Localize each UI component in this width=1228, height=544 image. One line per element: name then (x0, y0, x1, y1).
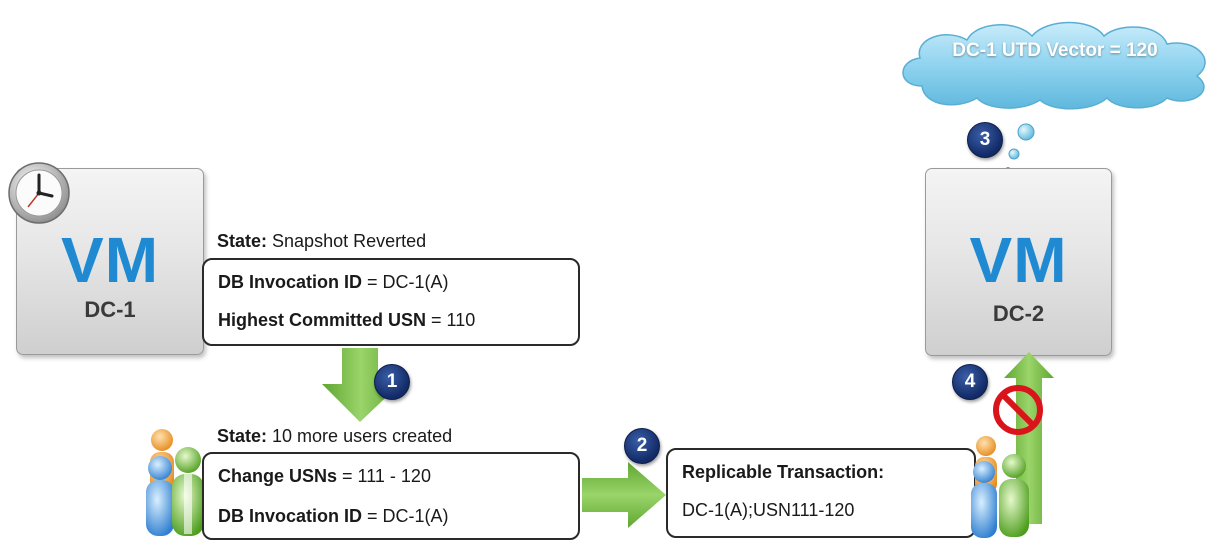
step-badge-1: 1 (374, 364, 410, 400)
clock-icon (8, 162, 70, 224)
replicable-value: DC-1(A);USN111-120 (682, 500, 855, 520)
info-line: Highest Committed USN = 110 (218, 310, 476, 330)
users-icon (971, 436, 1029, 538)
replicable-transaction-box: Replicable Transaction: DC-1(A);USN111-1… (666, 448, 976, 538)
info-line: Change USNs = 111 - 120 (218, 466, 431, 486)
cloud-shape (902, 21, 1206, 110)
users-icon (146, 429, 204, 536)
cloud-text: DC-1 UTD Vector = 120 (952, 40, 1158, 61)
step-badge-3: 3 (967, 122, 1003, 158)
arrow-right-icon (582, 462, 666, 528)
info-line: DB Invocation ID = DC-1(A) (218, 272, 449, 292)
vm-label: VM (969, 224, 1068, 296)
no-entry-icon (993, 385, 1043, 435)
vm-label: VM (61, 224, 159, 296)
change-box-bottom: Change USNs = 111 - 120 DB Invocation ID… (202, 452, 580, 540)
step-badge-4: 4 (952, 364, 988, 400)
replicable-title: Replicable Transaction: (682, 462, 885, 482)
step-badge-2: 2 (624, 428, 660, 464)
info-line: DB Invocation ID = DC-1(A) (218, 506, 449, 526)
vm-name: DC-2 (992, 301, 1045, 326)
state-label-bottom: State: 10 more users created (217, 426, 453, 446)
invocation-box-top: DB Invocation ID = DC-1(A) Highest Commi… (202, 258, 580, 346)
state-label-top: State: Snapshot Reverted (217, 231, 427, 251)
vm-name: DC-1 (84, 297, 136, 322)
vm-dc2: VM DC-2 (925, 168, 1112, 356)
